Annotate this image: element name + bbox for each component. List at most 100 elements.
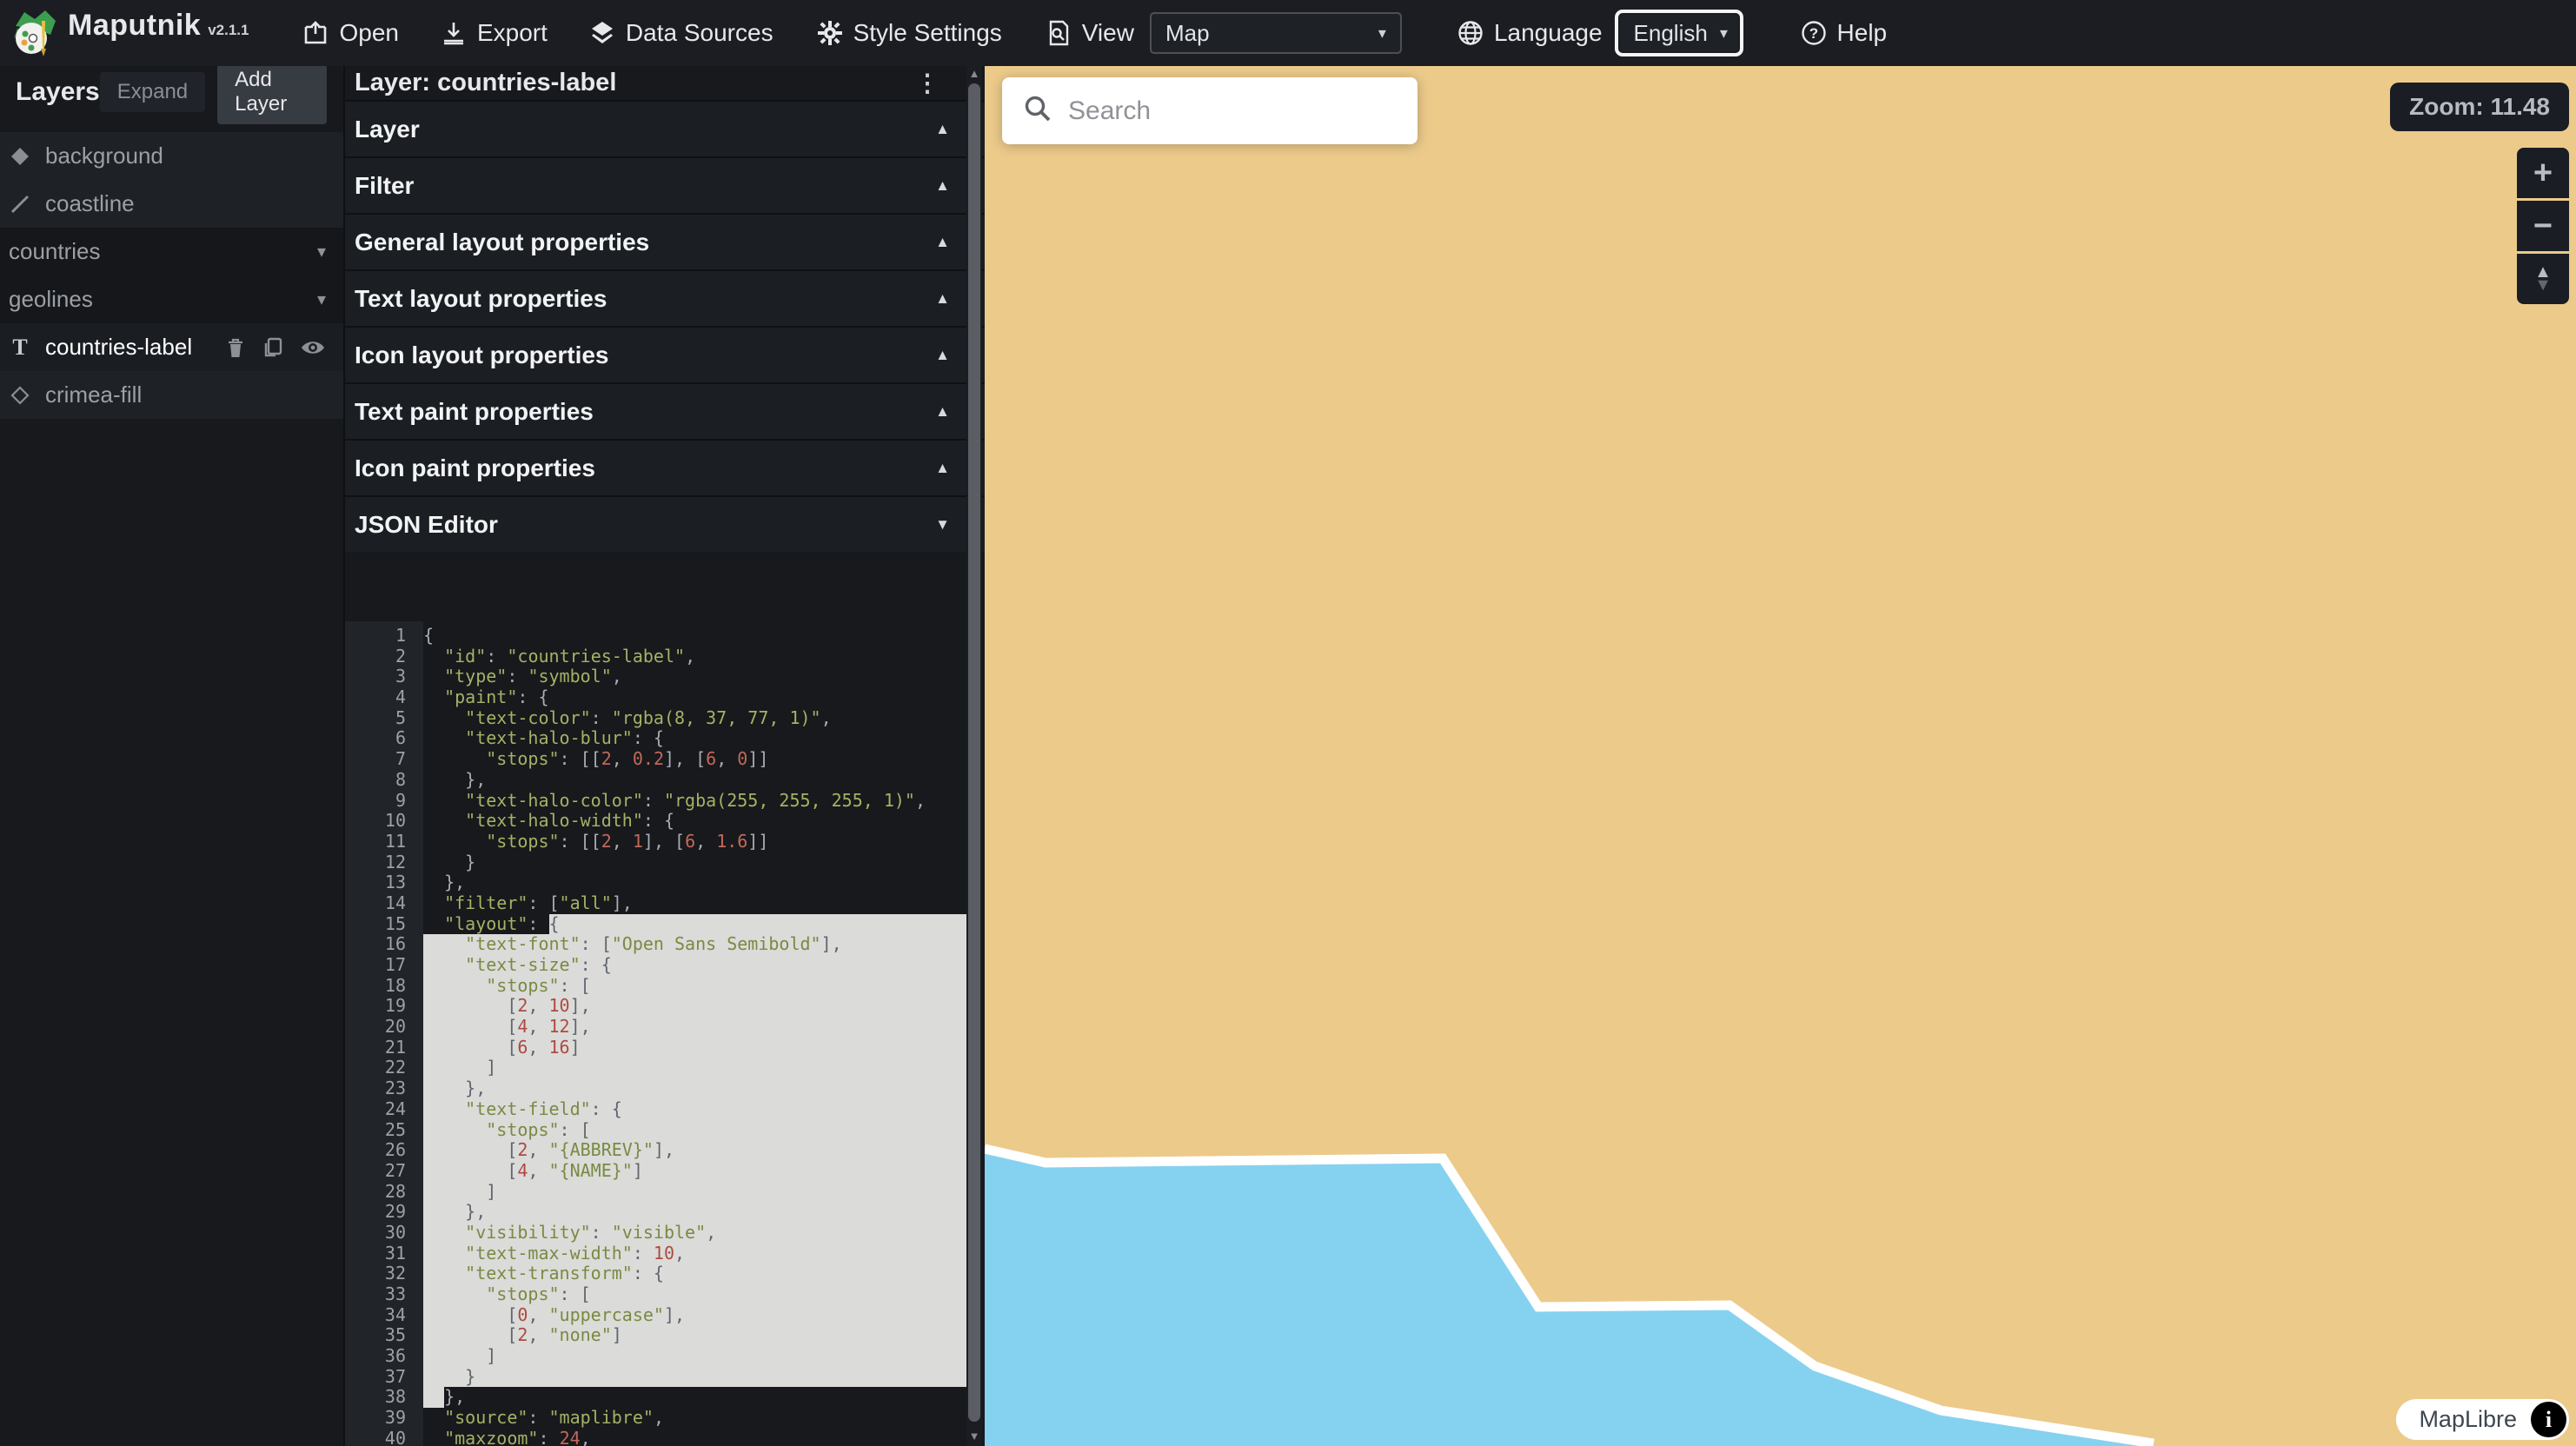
maputnik-app: Maputnik v2.1.1 Open Export Data Sources bbox=[0, 0, 2576, 1446]
line-number: 15 bbox=[345, 914, 423, 935]
duplicate-icon[interactable] bbox=[262, 336, 284, 359]
line-number: 37 bbox=[345, 1367, 423, 1388]
language-select-value: English bbox=[1634, 20, 1708, 47]
scrollbar-thumb[interactable] bbox=[968, 83, 980, 1422]
zoom-in-button[interactable]: + bbox=[2517, 148, 2569, 198]
line-number: 20 bbox=[345, 1017, 423, 1038]
expand-button[interactable]: Expand bbox=[100, 72, 205, 112]
line-number: 22 bbox=[345, 1058, 423, 1078]
attribution-link[interactable]: MapLibre bbox=[2419, 1406, 2517, 1433]
open-button[interactable]: Open bbox=[302, 19, 399, 47]
code-line: "stops": [ bbox=[423, 1120, 966, 1141]
kebab-menu-icon[interactable]: ⋮ bbox=[915, 69, 939, 97]
code-line: { bbox=[423, 626, 966, 647]
section-general-layout[interactable]: General layout properties ▲ bbox=[345, 213, 985, 269]
code-line: "text-size": { bbox=[423, 955, 966, 976]
layer-item-label: countries-label bbox=[45, 334, 192, 361]
line-number: 9 bbox=[345, 791, 423, 812]
line-number: 19 bbox=[345, 996, 423, 1017]
map-attribution: MapLibre i bbox=[2396, 1399, 2569, 1440]
layer-group-geolines[interactable]: geolines ▾ bbox=[0, 275, 343, 323]
code-line: [0, "uppercase"], bbox=[423, 1305, 966, 1326]
line-number: 26 bbox=[345, 1140, 423, 1161]
search-placeholder: Search bbox=[1068, 96, 1151, 126]
compass-south-icon: ▼ bbox=[2534, 279, 2552, 292]
info-icon[interactable]: i bbox=[2531, 1402, 2566, 1437]
json-code-editor[interactable]: 1234567891011121314151617181920212223242… bbox=[345, 621, 966, 1446]
code-line: "type": "symbol", bbox=[423, 667, 966, 687]
layer-group-countries[interactable]: countries ▾ bbox=[0, 228, 343, 275]
code-line: "text-color": "rgba(8, 37, 77, 1)", bbox=[423, 708, 966, 729]
diamond-filled-icon bbox=[9, 145, 31, 168]
section-icon-layout[interactable]: Icon layout properties ▲ bbox=[345, 326, 985, 382]
layer-list: background coastline countries ▾ geoline… bbox=[0, 132, 343, 419]
data-sources-button[interactable]: Data Sources bbox=[589, 19, 773, 47]
svg-text:?: ? bbox=[1809, 25, 1817, 42]
code-line: }, bbox=[423, 1202, 966, 1223]
layer-actions bbox=[225, 336, 326, 359]
section-icon-paint[interactable]: Icon paint properties ▲ bbox=[345, 439, 985, 495]
gear-icon bbox=[817, 20, 843, 46]
layer-item-coastline[interactable]: coastline bbox=[0, 180, 343, 228]
style-settings-label: Style Settings bbox=[853, 19, 1002, 47]
section-json-editor[interactable]: JSON Editor ▼ bbox=[345, 495, 985, 552]
text-symbol-icon: T bbox=[9, 336, 31, 359]
code-line: "source": "maplibre", bbox=[423, 1408, 966, 1429]
zoom-level-badge: Zoom: 11.48 bbox=[2390, 83, 2569, 131]
zoom-out-button[interactable]: − bbox=[2517, 201, 2569, 251]
layer-item-crimea-fill[interactable]: crimea-fill bbox=[0, 371, 343, 419]
code-line: ] bbox=[423, 1182, 966, 1203]
diamond-outline-icon bbox=[9, 384, 31, 407]
app-version: v2.1.1 bbox=[208, 22, 249, 39]
layer-item-label: crimea-fill bbox=[45, 381, 142, 408]
compass-button[interactable]: ▲ ▼ bbox=[2517, 254, 2569, 304]
section-filter[interactable]: Filter ▲ bbox=[345, 156, 985, 213]
style-settings-button[interactable]: Style Settings bbox=[817, 19, 1002, 47]
export-button[interactable]: Export bbox=[441, 19, 548, 47]
collapse-arrow-icon: ▲ bbox=[935, 290, 950, 308]
scrollbar-up-icon[interactable]: ▲ bbox=[966, 66, 982, 82]
visibility-icon[interactable] bbox=[300, 338, 326, 357]
code-line: "maxzoom": 24, bbox=[423, 1429, 966, 1446]
code-line: "stops": [[2, 1], [6, 1.6]] bbox=[423, 832, 966, 852]
line-number: 39 bbox=[345, 1408, 423, 1429]
language-group: Language English ▾ bbox=[1457, 10, 1743, 56]
code-line: ] bbox=[423, 1058, 966, 1078]
line-number: 28 bbox=[345, 1182, 423, 1203]
collapse-arrow-icon: ▲ bbox=[935, 460, 950, 477]
scrollbar-down-icon[interactable]: ▼ bbox=[966, 1429, 982, 1444]
layer-item-background[interactable]: background bbox=[0, 132, 343, 180]
collapse-arrow-icon: ▲ bbox=[935, 177, 950, 195]
code-line: "stops": [[2, 0.2], [6, 0]] bbox=[423, 749, 966, 770]
view-select[interactable]: Map ▾ bbox=[1150, 12, 1402, 54]
code-line: [4, "{NAME}"] bbox=[423, 1161, 966, 1182]
line-number: 1 bbox=[345, 626, 423, 647]
code-lines: { "id": "countries-label", "type": "symb… bbox=[423, 621, 966, 1446]
delete-icon[interactable] bbox=[225, 336, 246, 359]
collapse-arrow-icon: ▲ bbox=[935, 234, 950, 251]
help-icon: ? bbox=[1801, 20, 1827, 46]
add-layer-button[interactable]: Add Layer bbox=[217, 60, 327, 124]
section-text-paint[interactable]: Text paint properties ▲ bbox=[345, 382, 985, 439]
layers-title: Layers bbox=[16, 77, 100, 107]
layer-editor-header: Layer: countries-label ⋮ bbox=[345, 66, 985, 100]
code-line: ] bbox=[423, 1346, 966, 1367]
panel-scrollbar[interactable]: ▲ ▼ bbox=[966, 66, 982, 1446]
line-icon bbox=[9, 193, 31, 216]
map-search-box[interactable]: Search bbox=[1002, 77, 1417, 144]
help-label: Help bbox=[1837, 19, 1888, 47]
code-line: } bbox=[423, 852, 966, 873]
maputnik-logo-icon bbox=[12, 9, 57, 57]
line-number: 14 bbox=[345, 893, 423, 914]
language-select[interactable]: English ▾ bbox=[1620, 15, 1738, 51]
code-line: [4, 12], bbox=[423, 1017, 966, 1038]
map-canvas[interactable]: Search Zoom: 11.48 + − ▲ ▼ MapLibre i bbox=[985, 66, 2576, 1446]
layer-item-countries-label[interactable]: T countries-label bbox=[0, 323, 343, 371]
top-bar: Maputnik v2.1.1 Open Export Data Sources bbox=[0, 0, 2576, 66]
layer-group-label: countries bbox=[9, 238, 101, 265]
section-layer[interactable]: Layer ▲ bbox=[345, 100, 985, 156]
section-text-layout[interactable]: Text layout properties ▲ bbox=[345, 269, 985, 326]
layer-item-label: background bbox=[45, 143, 163, 169]
help-button[interactable]: ? Help bbox=[1801, 19, 1888, 47]
line-number: 21 bbox=[345, 1038, 423, 1058]
